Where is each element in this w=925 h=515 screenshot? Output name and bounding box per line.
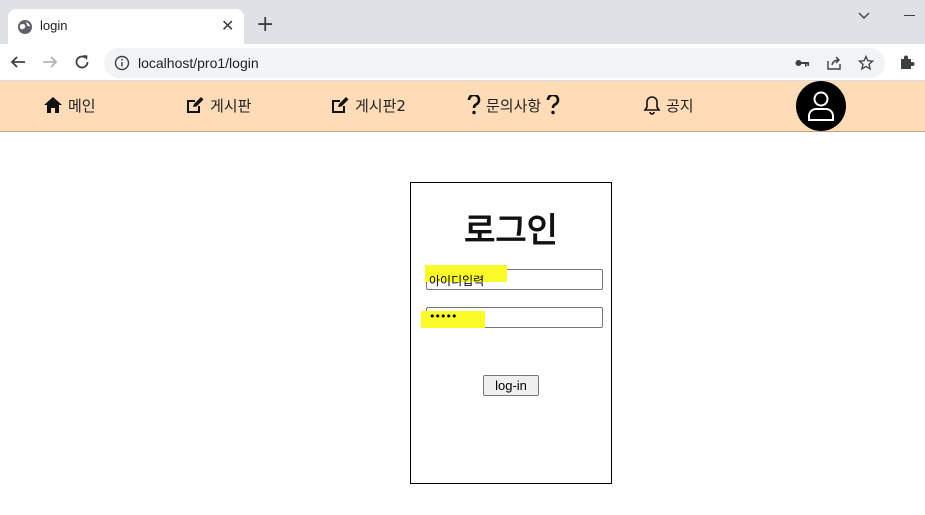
browser-tab[interactable]: login ✕ <box>8 9 244 44</box>
address-bar[interactable]: localhost/pro1/login <box>104 48 885 78</box>
new-tab-button[interactable]: + <box>256 14 274 36</box>
reload-icon <box>75 55 89 69</box>
nav-item-notice[interactable]: 공지 <box>643 93 694 117</box>
nav-item-board[interactable]: 게시판 <box>185 93 251 117</box>
nav-item-label: 메인 <box>68 96 96 115</box>
back-arrow-icon <box>10 56 25 68</box>
globe-icon <box>18 20 32 34</box>
login-form: 로그인 아이디입력 ••••• log-in <box>410 182 612 484</box>
extensions-puzzle-icon[interactable] <box>897 53 917 73</box>
site-info-icon[interactable] <box>114 55 130 71</box>
bell-icon <box>643 96 661 115</box>
login-button[interactable]: log-in <box>483 375 539 396</box>
browser-toolbar: localhost/pro1/login <box>0 44 925 81</box>
tab-close-icon[interactable]: ✕ <box>221 17 234 35</box>
nav-item-label: 문의사항 <box>486 96 542 115</box>
question-icon <box>467 95 481 115</box>
nav-item-label: 게시판 <box>210 96 252 115</box>
forward-button[interactable] <box>38 50 62 74</box>
nav-item-inquiry[interactable]: 문의사항 <box>467 93 560 117</box>
forward-arrow-icon <box>43 56 58 68</box>
minimize-button[interactable] <box>904 15 915 16</box>
login-title: 로그인 <box>464 211 558 251</box>
nav-item-main[interactable]: 메인 <box>43 93 96 117</box>
back-button[interactable] <box>6 50 30 74</box>
home-icon <box>44 97 62 113</box>
tab-search-chevron-icon[interactable] <box>858 12 870 20</box>
site-navbar: 메인 게시판 게시판2 문의사항 공지 <box>0 81 925 132</box>
edit-icon <box>332 97 349 113</box>
nav-item-label: 게시판2 <box>355 96 406 115</box>
key-icon[interactable] <box>793 54 811 72</box>
browser-tab-strip: login ✕ + <box>0 0 925 44</box>
profile-avatar-button[interactable] <box>796 81 846 131</box>
question-icon <box>546 95 560 115</box>
bookmark-star-icon[interactable] <box>857 54 875 72</box>
reload-button[interactable] <box>70 50 94 74</box>
nav-item-label: 공지 <box>666 96 694 115</box>
user-icon <box>808 91 834 121</box>
nav-item-board2[interactable]: 게시판2 <box>330 93 406 117</box>
url-text[interactable]: localhost/pro1/login <box>138 55 259 71</box>
share-icon[interactable] <box>825 54 843 72</box>
id-input-value: 아이디입력 <box>429 274 485 288</box>
edit-icon <box>187 97 204 113</box>
tab-title: login <box>40 18 68 33</box>
password-input-value: ••••• <box>429 310 457 323</box>
